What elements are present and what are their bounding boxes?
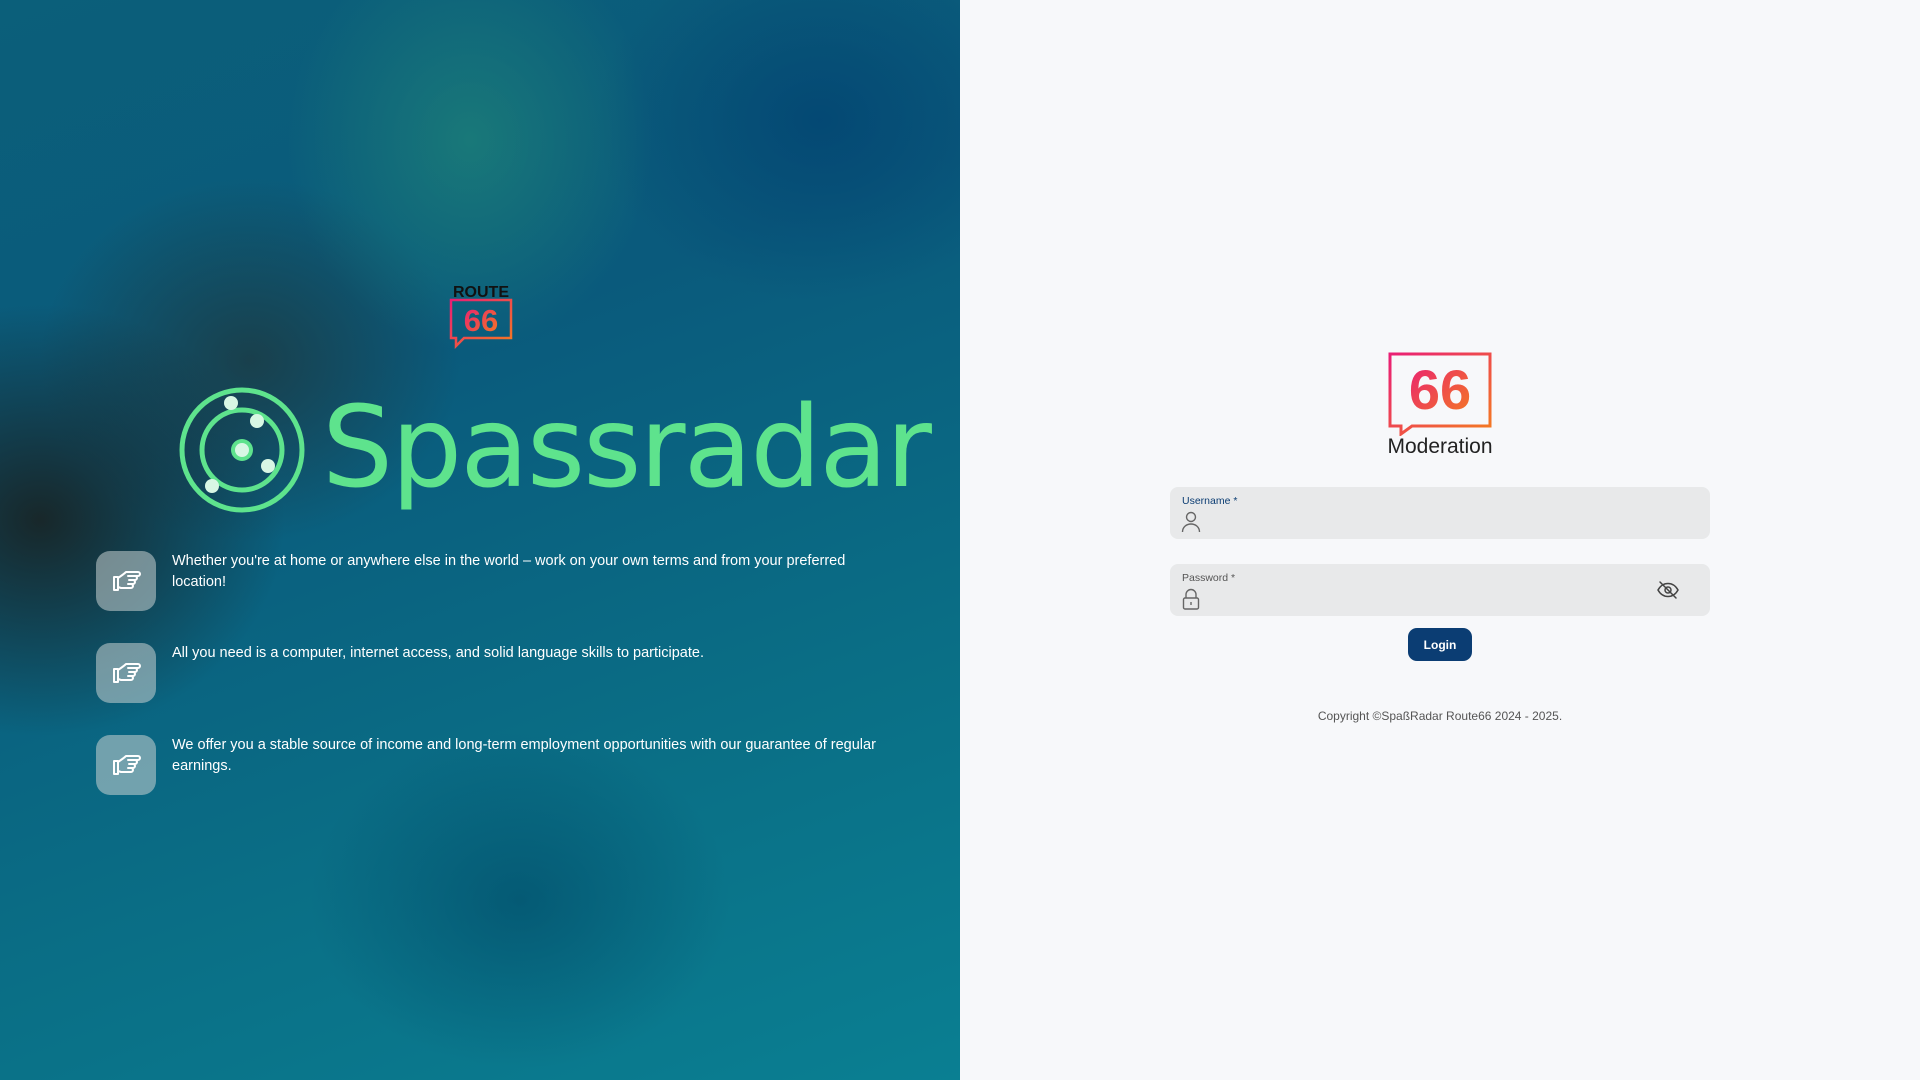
password-field[interactable]: Password * bbox=[1170, 564, 1710, 616]
page-title: Moderation bbox=[1387, 435, 1493, 458]
route66-logo: ROUTE 66 bbox=[449, 284, 513, 349]
username-label: Username * bbox=[1182, 495, 1238, 507]
route66-badge-logo: 66 bbox=[1388, 352, 1492, 436]
pointing-hand-icon bbox=[96, 643, 156, 703]
route-logo-number: 66 bbox=[464, 303, 498, 338]
login-panel: 66 Moderation Username * Password * Logi… bbox=[960, 0, 1920, 1080]
username-input[interactable] bbox=[1210, 509, 1654, 535]
password-label: Password * bbox=[1182, 572, 1236, 584]
radar-logo-icon bbox=[179, 387, 305, 513]
copyright-text: Copyright ©SpaßRadar Route66 2024 - 2025… bbox=[1317, 709, 1563, 723]
username-field[interactable]: Username * bbox=[1170, 487, 1710, 539]
badge-number: 66 bbox=[1409, 358, 1471, 421]
brand-wordmark: Spassradar bbox=[322, 383, 932, 513]
user-icon bbox=[1181, 511, 1201, 533]
promo-panel: ROUTE 66 Spassradar Whether you're at ho… bbox=[0, 0, 960, 1080]
eye-off-icon[interactable] bbox=[1656, 578, 1680, 602]
feature-text: We offer you a stable source of income a… bbox=[172, 737, 876, 774]
feature-text: Whether you're at home or anywhere else … bbox=[172, 553, 846, 590]
password-input[interactable] bbox=[1210, 586, 1654, 612]
feature-text: All you need is a computer, internet acc… bbox=[172, 645, 704, 661]
login-button[interactable]: Login bbox=[1408, 628, 1472, 661]
route-logo-top: ROUTE bbox=[453, 284, 509, 301]
pointing-hand-icon bbox=[96, 551, 156, 611]
pointing-hand-icon bbox=[96, 735, 156, 795]
lock-icon bbox=[1182, 588, 1200, 610]
